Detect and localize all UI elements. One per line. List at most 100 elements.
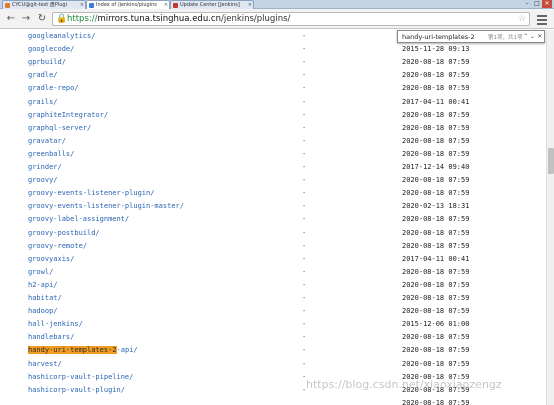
- directory-link[interactable]: grails/: [28, 96, 58, 108]
- find-input[interactable]: handy-uri-templates-2: [398, 33, 488, 41]
- find-match-count: 第1项，共1项: [488, 34, 523, 41]
- url-path: /jenkins/plugins/: [220, 14, 291, 24]
- directory-link[interactable]: grinder/: [28, 161, 62, 173]
- directory-link[interactable]: googlecode/: [28, 43, 74, 55]
- find-next-icon[interactable]: ⌄: [529, 33, 536, 40]
- tab-index-jenkins-plugins[interactable]: Index of /jenkins/plugins ×: [86, 0, 170, 9]
- vertical-scrollbar[interactable]: [546, 30, 554, 405]
- directory-link[interactable]: greenballs/: [28, 148, 74, 160]
- file-size: -: [302, 228, 307, 237]
- find-close-icon[interactable]: ✕: [536, 33, 544, 40]
- file-size: -: [302, 307, 307, 316]
- directory-link[interactable]: gradle-repo/: [28, 82, 79, 94]
- tab-favicon-icon: [173, 2, 178, 8]
- directory-link[interactable]: gravatar/: [28, 135, 66, 147]
- bookmark-star-icon[interactable]: ☆: [518, 13, 526, 25]
- directory-link[interactable]: groovy-postbuild/: [28, 227, 100, 239]
- modified-date: 2020-08-18 07:59: [402, 228, 470, 237]
- file-size: -: [302, 241, 307, 250]
- directory-link[interactable]: googleanalytics/: [28, 30, 95, 42]
- directory-link[interactable]: hashicorp-vault-pipeline/: [28, 371, 133, 383]
- list-item: graphql-server/ - 2020-08-18 07:59: [0, 122, 546, 134]
- file-size: -: [302, 267, 307, 276]
- list-item: handlebars/ - 2020-08-18 07:59: [0, 331, 546, 343]
- directory-link[interactable]: gradle/: [28, 69, 58, 81]
- directory-link[interactable]: groovyaxis/: [28, 253, 74, 265]
- file-size: -: [302, 123, 307, 132]
- directory-link[interactable]: hashicorp-vault-plugin/: [28, 384, 125, 396]
- directory-link[interactable]: hall-jenkins/: [28, 318, 83, 330]
- modified-date: 2020-08-18 07:59: [402, 398, 470, 405]
- list-item: h2-api/ - 2020-08-18 07:59: [0, 279, 546, 291]
- directory-link[interactable]: gprbuild/: [28, 56, 66, 68]
- modified-date: 2017-12-14 09:40: [402, 163, 470, 171]
- menu-icon[interactable]: [537, 13, 547, 25]
- file-size: -: [302, 294, 307, 302]
- tab-update-center[interactable]: Update Center [Jenkins] ×: [170, 0, 254, 9]
- directory-link[interactable]: groovy-events-listener-plugin/: [28, 187, 154, 199]
- close-tab-icon[interactable]: ×: [79, 2, 85, 8]
- list-item: groovy/ - 2020-08-18 07:59: [0, 174, 546, 186]
- close-window-button[interactable]: ✕: [542, 0, 552, 8]
- arrow-left-icon[interactable]: ←: [5, 13, 17, 25]
- list-item: hall-jenkins/ - 2015-12-06 01:00: [0, 318, 546, 330]
- find-highlight: handy-uri-templates-2: [28, 346, 117, 355]
- file-size: -: [302, 202, 307, 211]
- list-item: hadoop/ - 2020-08-18 07:59: [0, 305, 546, 317]
- list-item: googlecode/ - 2015-11-28 09:13: [0, 43, 546, 55]
- modified-date: 2017-04-11 00:41: [402, 254, 470, 263]
- list-item: growl/ - 2020-08-18 07:59: [0, 266, 546, 278]
- modified-date: 2020-08-18 07:59: [402, 136, 470, 145]
- directory-link[interactable]: groovy-events-listener-plugin-master/: [28, 200, 184, 212]
- modified-date: 2020-08-18 07:59: [402, 215, 470, 224]
- modified-date: 2020-08-18 07:59: [402, 176, 470, 185]
- list-item: habitat/ - 2020-08-18 07:59: [0, 292, 546, 304]
- directory-link[interactable]: harvest/: [28, 358, 62, 370]
- reload-icon[interactable]: ↻: [36, 13, 48, 25]
- directory-link[interactable]: handlebars/: [28, 331, 74, 343]
- directory-link[interactable]: hadoop/: [28, 305, 58, 317]
- modified-date: 2020-08-18 07:59: [402, 189, 470, 198]
- scrollbar-thumb[interactable]: [548, 148, 554, 174]
- directory-link[interactable]: graphql-server/: [28, 122, 91, 134]
- modified-date: 2020-08-18 07:59: [402, 58, 470, 67]
- modified-date: 2020-08-18 07:59: [402, 359, 470, 368]
- modified-date: 2020-08-18 07:59: [402, 123, 470, 132]
- directory-link[interactable]: h2-api/: [28, 279, 58, 291]
- list-item: groovy-label-assignment/ - 2020-08-18 07:5…: [0, 213, 546, 225]
- minimize-button[interactable]: –: [522, 0, 532, 8]
- list-item: grinder/ - 2017-12-14 09:40: [0, 161, 546, 173]
- tab-cycu-git-test[interactable]: CYCU@git-test 盘Plugi ×: [2, 0, 86, 9]
- directory-link[interactable]: handy-uri-templates-2-api/: [28, 344, 138, 356]
- list-item: grails/ - 2017-04-11 00:41: [0, 96, 546, 108]
- file-size: -: [302, 45, 307, 54]
- file-size: -: [302, 189, 307, 198]
- list-item: gradle-repo/ - 2020-08-18 07:59: [0, 82, 546, 94]
- close-tab-icon[interactable]: ×: [247, 2, 253, 8]
- file-size: -: [302, 149, 307, 158]
- list-item: groovy-events-listener-plugin-master/ - 20…: [0, 200, 546, 212]
- directory-link[interactable]: growl/: [28, 266, 53, 278]
- window-controls: – □ ✕: [522, 0, 552, 9]
- tab-favicon-icon: [89, 2, 94, 8]
- file-size: -: [302, 32, 307, 40]
- watermark-text: https://blog.csdn.net/xiaoxiaozengz: [306, 378, 502, 391]
- arrow-right-icon[interactable]: →: [20, 13, 32, 25]
- file-size: -: [302, 254, 307, 263]
- list-item: groovy-events-listener-plugin/ - 2020-08-1…: [0, 187, 546, 199]
- file-size: -: [302, 333, 307, 342]
- address-bar[interactable]: 🔒 https://mirrors.tuna.tsinghua.edu.cn/j…: [52, 12, 530, 26]
- close-tab-icon[interactable]: ×: [163, 2, 169, 8]
- directory-link[interactable]: groovy-remote/: [28, 240, 87, 252]
- file-size: -: [302, 359, 307, 368]
- modified-date: 2020-08-18 07:59: [402, 333, 470, 342]
- browser-toolbar: ← → ↻ 🔒 https://mirrors.tuna.tsinghua.ed…: [0, 9, 554, 29]
- maximize-button[interactable]: □: [532, 0, 542, 8]
- url-text[interactable]: https://mirrors.tuna.tsinghua.edu.cn/jen…: [67, 13, 290, 25]
- directory-link[interactable]: groovy/: [28, 174, 58, 186]
- directory-link[interactable]: groovy-label-assignment/: [28, 213, 129, 225]
- find-previous-icon[interactable]: ⌃: [523, 33, 530, 40]
- directory-link[interactable]: habitat/: [28, 292, 62, 304]
- find-bar: handy-uri-templates-2 第1项，共1项 ⌃ ⌄ ✕: [397, 30, 545, 43]
- directory-link[interactable]: graphiteIntegrator/: [28, 109, 108, 121]
